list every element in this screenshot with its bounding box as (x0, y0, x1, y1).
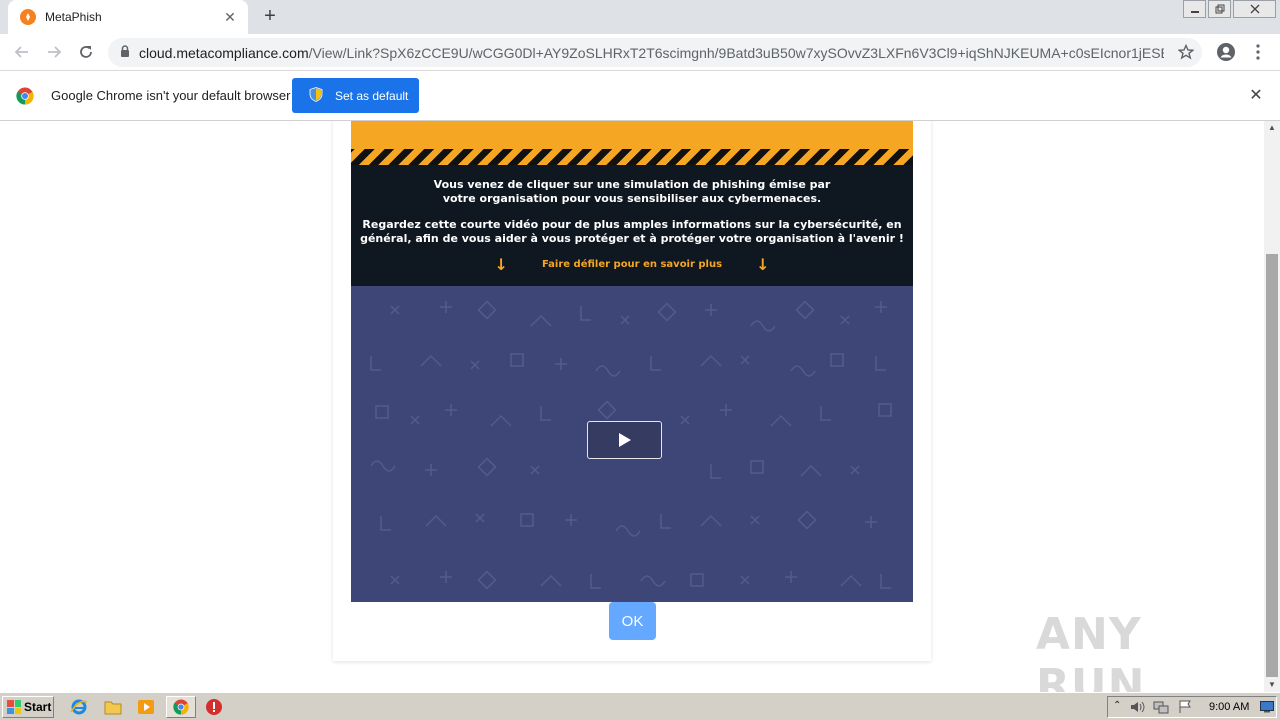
clock: 9:00 AM (1209, 701, 1250, 713)
chrome-logo-icon (16, 87, 34, 108)
chrome-taskbar-button[interactable] (166, 696, 196, 718)
scroll-up-icon[interactable]: ▲ (1264, 121, 1280, 135)
notice-message-2: Regardez cette courte vidéo pour de plus… (351, 218, 913, 246)
address-bar[interactable]: cloud.metacompliance.com/View/Link?SpX6z… (108, 38, 1202, 67)
windows-taskbar: Start ⌃ 9:00 AM (0, 692, 1280, 720)
notice-message-2-text: Regardez cette courte vidéo pour de plus… (360, 218, 904, 245)
default-browser-infobar: Google Chrome isn't your default browser… (0, 71, 1280, 121)
ie-icon[interactable] (70, 698, 88, 716)
anyrun-watermark: ANY RUN (1036, 609, 1146, 692)
scroll-down-icon[interactable]: ▼ (1264, 678, 1280, 692)
orange-banner (351, 121, 913, 149)
browser-toolbar: cloud.metacompliance.com/View/Link?SpX6z… (0, 34, 1280, 71)
forward-icon[interactable] (42, 40, 66, 64)
lock-icon[interactable] (120, 45, 130, 60)
scroll-hint: ↓ Faire défiler pour en savoir plus ↓ (351, 255, 913, 274)
action-center-flag-icon[interactable] (1178, 700, 1192, 717)
minimize-button[interactable] (1183, 0, 1206, 18)
window-close-button[interactable] (1233, 0, 1276, 18)
video-player[interactable] (351, 286, 913, 602)
profile-icon[interactable] (1214, 40, 1238, 64)
url-text: cloud.metacompliance.com/View/Link?SpX6z… (139, 45, 1164, 61)
ok-button[interactable]: OK (609, 602, 656, 640)
tab-metaphish[interactable]: MetaPhish ✕ (8, 0, 248, 34)
stop-icon[interactable] (205, 698, 223, 716)
chrome-icon (173, 699, 189, 715)
reload-icon[interactable] (74, 40, 98, 64)
notice-message-1-text: Vous venez de cliquer sur une simulation… (433, 178, 831, 205)
start-label: Start (24, 700, 52, 714)
page-content: Vous venez de cliquer sur une simulation… (0, 121, 1264, 692)
folder-icon[interactable] (104, 698, 122, 716)
scroll-hint-text: Faire défiler pour en savoir plus (541, 259, 723, 270)
network-icon[interactable] (1153, 700, 1169, 717)
shield-icon (309, 86, 323, 105)
notice-message-1: Vous venez de cliquer sur une simulation… (351, 178, 913, 206)
tab-strip: MetaPhish ✕ + (0, 0, 1280, 34)
url-host: cloud.metacompliance.com (139, 44, 309, 61)
set-as-default-button[interactable]: Set as default (292, 78, 419, 113)
media-player-icon[interactable] (137, 698, 155, 716)
back-icon[interactable] (10, 40, 34, 64)
vertical-scrollbar[interactable]: ▲ ▼ (1264, 121, 1280, 692)
arrow-down-icon: ↓ (756, 255, 770, 274)
arrow-down-icon: ↓ (494, 255, 508, 274)
scrollbar-thumb[interactable] (1266, 254, 1278, 677)
new-tab-icon[interactable]: + (259, 6, 281, 28)
system-tray: ⌃ 9:00 AM (1107, 696, 1277, 718)
star-icon[interactable] (1174, 40, 1198, 64)
windows-logo-icon (7, 700, 21, 714)
infobar-close-icon[interactable]: ✕ (1248, 88, 1264, 104)
tab-title: MetaPhish (45, 10, 102, 24)
url-path: /View/Link?SpX6zCCE9U/wCGG0Dl+AY9ZoSLHRx… (308, 44, 1164, 61)
hazard-stripes (351, 149, 913, 165)
metaphish-favicon (20, 9, 36, 25)
play-icon (618, 433, 631, 447)
show-desktop-icon[interactable] (1260, 701, 1274, 716)
set-as-default-label: Set as default (335, 88, 409, 103)
infobar-message: Google Chrome isn't your default browser (51, 88, 291, 103)
start-button[interactable]: Start (2, 696, 54, 718)
menu-icon[interactable] (1246, 40, 1270, 64)
play-button[interactable] (587, 421, 662, 459)
phishing-notice-banner: Vous venez de cliquer sur une simulation… (351, 165, 913, 286)
tab-close-icon[interactable]: ✕ (222, 9, 238, 25)
volume-icon[interactable] (1130, 700, 1146, 717)
restore-button[interactable] (1208, 0, 1231, 18)
tray-expand-icon[interactable]: ⌃ (1113, 700, 1121, 711)
